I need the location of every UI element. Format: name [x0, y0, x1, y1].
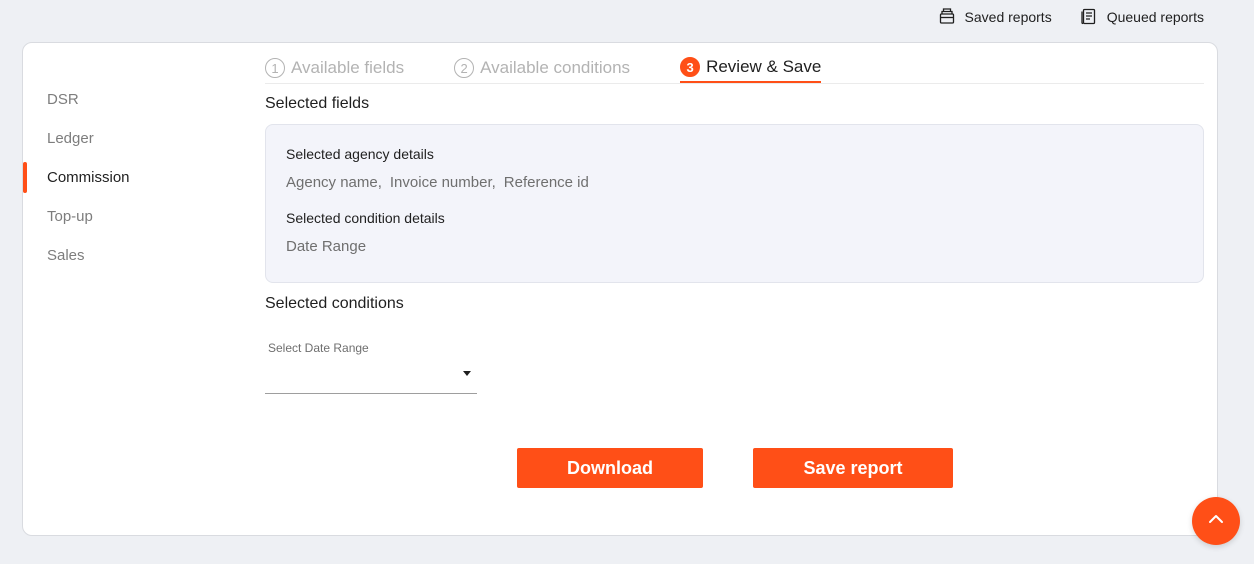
selected-fields-title: Selected fields: [265, 95, 370, 112]
saved-reports-link[interactable]: Saved reports: [938, 7, 1052, 28]
scroll-to-top-button[interactable]: [1192, 497, 1240, 545]
date-range-dropdown[interactable]: [265, 355, 477, 394]
step-number: 3: [680, 57, 701, 77]
sidebar-item-label: Commission: [47, 169, 130, 186]
step-available-fields[interactable]: 1 Available fields: [265, 53, 404, 83]
condition-details-heading: Selected condition details: [286, 210, 445, 226]
sidebar-item-label: Sales: [47, 247, 85, 264]
condition-details-values: Date Range: [286, 238, 1183, 255]
report-card: DSR Ledger Commission Top-up Sales 1 Ava…: [22, 42, 1218, 536]
agency-details-values: Agency name, Invoice number, Reference i…: [286, 174, 1183, 191]
chevron-up-icon: [1206, 509, 1226, 534]
queued-reports-label: Queued reports: [1106, 9, 1204, 25]
saved-reports-icon: [938, 7, 956, 28]
date-range-select: Select Date Range: [265, 341, 477, 394]
step-label: Review & Save: [706, 57, 822, 76]
sidebar-item-label: Ledger: [47, 130, 94, 147]
agency-value: Reference id: [503, 174, 589, 191]
step-number: 2: [454, 58, 475, 78]
agency-details-heading: Selected agency details: [286, 146, 434, 162]
agency-value: Agency name,: [286, 174, 382, 191]
step-label: Available conditions: [480, 58, 631, 77]
sidebar-item-commission[interactable]: Commission: [23, 158, 223, 197]
report-type-sidebar: DSR Ledger Commission Top-up Sales: [23, 80, 223, 275]
condition-value: Date Range: [286, 238, 367, 255]
save-report-button[interactable]: Save report: [753, 448, 953, 488]
sidebar-item-dsr[interactable]: DSR: [23, 80, 223, 119]
main-content: 1 Available fields 2 Available condition…: [265, 43, 1204, 488]
selected-fields-summary: Selected agency details Agency name, Inv…: [265, 124, 1204, 283]
stepper: 1 Available fields 2 Available condition…: [265, 43, 1204, 84]
sidebar-item-sales[interactable]: Sales: [23, 236, 223, 275]
selected-conditions-title: Selected conditions: [265, 295, 404, 312]
caret-down-icon: [463, 371, 471, 376]
sidebar-item-top-up[interactable]: Top-up: [23, 197, 223, 236]
date-range-label: Select Date Range: [268, 341, 369, 355]
step-review-save[interactable]: 3 Review & Save: [680, 53, 822, 83]
top-bar: Saved reports Queued reports: [0, 0, 1254, 34]
sidebar-item-ledger[interactable]: Ledger: [23, 119, 223, 158]
sidebar-item-label: Top-up: [47, 208, 93, 225]
step-available-conditions[interactable]: 2 Available conditions: [454, 53, 630, 83]
step-label: Available fields: [291, 58, 405, 77]
step-number: 1: [265, 58, 285, 78]
sidebar-item-label: DSR: [47, 91, 79, 108]
agency-value: Invoice number,: [389, 174, 496, 191]
queued-reports-link[interactable]: Queued reports: [1080, 7, 1204, 28]
download-button[interactable]: Download: [517, 448, 703, 488]
queued-reports-icon: [1080, 7, 1098, 28]
saved-reports-label: Saved reports: [964, 9, 1052, 25]
